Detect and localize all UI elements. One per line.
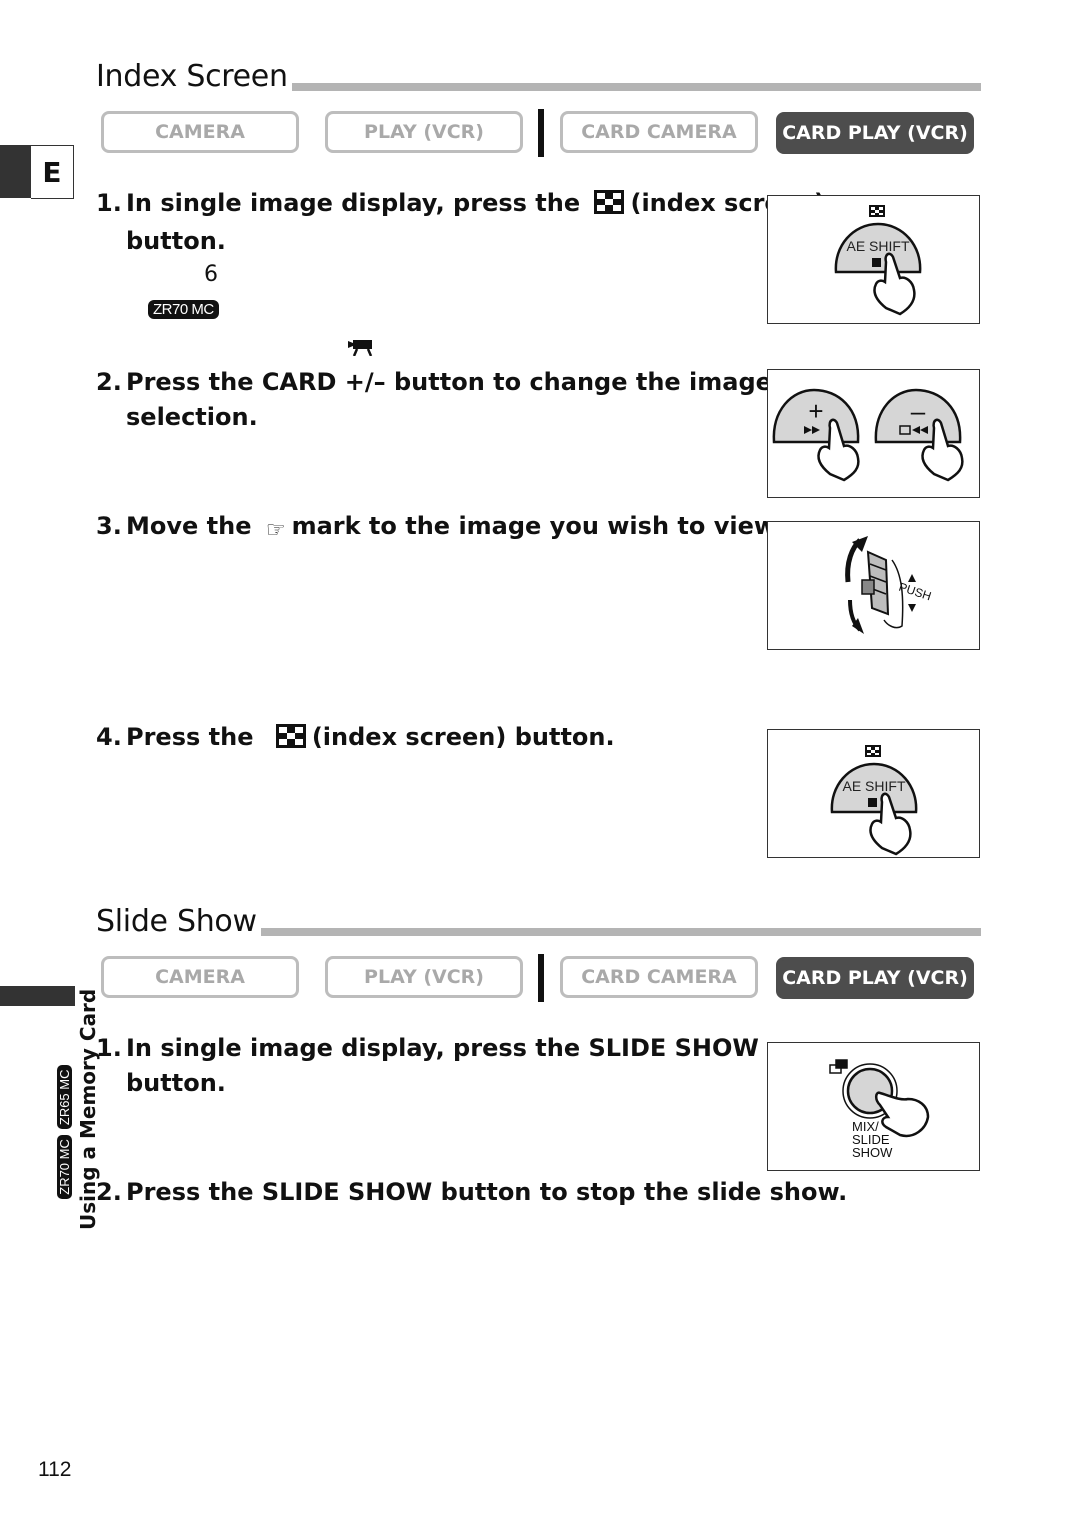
index-step-3: 3. Move the ☞ mark to the image you wish t… <box>96 509 784 548</box>
language-tab-letter: E <box>31 145 74 199</box>
model-badge: ZR65 MC <box>56 1065 72 1130</box>
model-badge: ZR70 MC <box>148 300 219 319</box>
index-screen-icon <box>869 205 885 217</box>
minus-label: – <box>911 396 926 426</box>
illustration-ae-shift-button-1: AE SHIFT <box>767 195 980 324</box>
show-label: SHOW <box>852 1145 893 1160</box>
illustration-slide-show-button: MIX/ SLIDE SHOW <box>767 1042 980 1171</box>
model-badge: ZR70 MC <box>56 1135 72 1199</box>
slide-show-icon <box>829 1059 848 1074</box>
ae-shift-label: AE SHIFT <box>846 238 909 254</box>
mode-camera: CAMERA <box>101 956 299 998</box>
language-tab-bar <box>0 145 31 198</box>
index-step-2: 2. Press the CARD +/– button to change th… <box>96 368 772 431</box>
sidebar-section-label: Using a Memory Card ZR70 MC ZR65 MC <box>56 988 100 1230</box>
ae-shift-label: AE SHIFT <box>842 778 905 794</box>
index-screen-icon <box>865 745 881 757</box>
page-number: 112 <box>38 1458 72 1481</box>
section-title-index-screen: Index Screen <box>96 62 292 92</box>
index-step-1: 1. In single image display, press the (in… <box>96 189 826 255</box>
mode-card-camera: CARD CAMERA <box>560 956 758 998</box>
mode-divider <box>538 954 544 1002</box>
language-tab: E <box>0 145 74 199</box>
index-screen-icon <box>275 723 306 758</box>
note-number: 6 <box>204 262 218 287</box>
illustration-card-plus-minus-buttons: + – <box>767 369 980 498</box>
mode-camera: CAMERA <box>101 111 299 153</box>
mode-card-play-vcr-active: CARD PLAY (VCR) <box>776 112 974 154</box>
sidebar-marker <box>0 986 75 1006</box>
section-title-slide-show: Slide Show <box>96 907 261 937</box>
pointing-hand-icon: ☞ <box>265 518 286 543</box>
index-screen-icon <box>594 189 625 224</box>
mode-card-play-vcr-active: CARD PLAY (VCR) <box>776 957 974 999</box>
illustration-ae-shift-button-2: AE SHIFT <box>767 729 980 858</box>
mode-divider <box>538 109 544 157</box>
slide-step-2: 2. Press the SLIDE SHOW button to stop th… <box>96 1178 848 1206</box>
mode-play-vcr: PLAY (VCR) <box>325 111 523 153</box>
index-step-4: 4. Press the (index screen) button. <box>96 720 615 758</box>
plus-label: + <box>808 396 823 426</box>
mode-play-vcr: PLAY (VCR) <box>325 956 523 998</box>
mode-card-camera: CARD CAMERA <box>560 111 758 153</box>
illustration-selector-dial: PUSH <box>767 521 980 650</box>
movie-camera-icon <box>348 338 374 360</box>
slide-step-1: 1. In single image display, press the SLI… <box>96 1034 759 1097</box>
